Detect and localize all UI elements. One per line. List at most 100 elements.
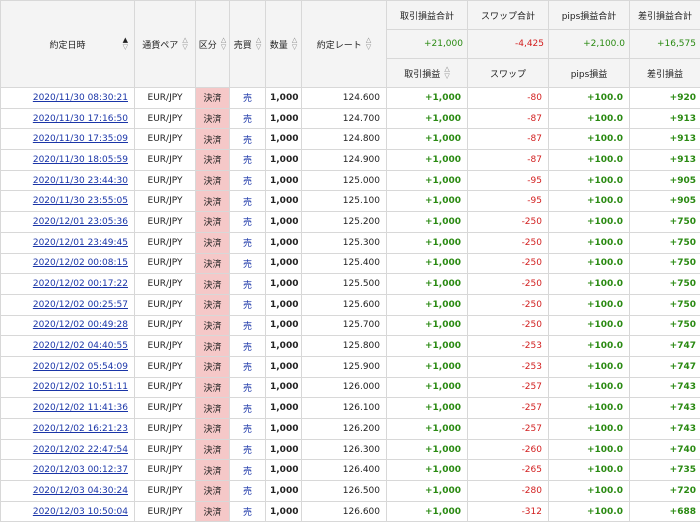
settlement-type-cell: 決済	[196, 460, 230, 481]
currency-pair-cell: EUR/JPY	[135, 108, 196, 129]
net-pl-cell: +743	[630, 419, 700, 440]
sort-toggle-icon[interactable]: △▽	[256, 37, 261, 51]
currency-pair-cell: EUR/JPY	[135, 501, 196, 522]
settlement-type-cell: 決済	[196, 336, 230, 357]
trade-date-link[interactable]: 2020/12/01 23:49:45	[1, 232, 135, 253]
pips-pl-cell: +100.0	[549, 460, 630, 481]
swap-cell: -265	[468, 460, 549, 481]
sort-toggle-icon[interactable]: △▽	[292, 37, 297, 51]
rate-cell: 125.400	[302, 253, 387, 274]
table-row: 2020/12/02 00:17:22EUR/JPY決済売1,000125.50…	[1, 274, 700, 295]
header-swap: スワップ	[468, 59, 549, 88]
net-pl-cell: +750	[630, 274, 700, 295]
trade-date-link[interactable]: 2020/12/02 04:40:55	[1, 336, 135, 357]
net-pl-cell: +750	[630, 212, 700, 233]
net-pl-cell: +913	[630, 150, 700, 171]
header-net: 差引損益	[630, 59, 700, 88]
trade-date-link[interactable]: 2020/11/30 17:16:50	[1, 108, 135, 129]
swap-cell: -95	[468, 170, 549, 191]
net-pl-cell: +750	[630, 315, 700, 336]
settlement-type-cell: 決済	[196, 150, 230, 171]
settlement-type-cell: 決済	[196, 294, 230, 315]
header-pl-total: 取引損益合計	[387, 1, 468, 30]
header-date[interactable]: 約定日時 ▲▽	[1, 1, 135, 88]
buy-sell-cell: 売	[230, 336, 266, 357]
trade-date-link[interactable]: 2020/12/03 04:30:24	[1, 481, 135, 502]
net-pl-cell: +740	[630, 439, 700, 460]
trade-date-link[interactable]: 2020/12/03 00:12:37	[1, 460, 135, 481]
trade-date-link[interactable]: 2020/12/02 00:17:22	[1, 274, 135, 295]
buy-sell-cell: 売	[230, 88, 266, 109]
settlement-type-cell: 決済	[196, 356, 230, 377]
trade-pl-cell: +1,000	[387, 419, 468, 440]
trade-date-link[interactable]: 2020/12/02 00:25:57	[1, 294, 135, 315]
table-row: 2020/11/30 23:55:05EUR/JPY決済売1,000125.10…	[1, 191, 700, 212]
trade-date-link[interactable]: 2020/12/01 23:05:36	[1, 212, 135, 233]
sort-toggle-icon[interactable]: ▲▽	[123, 37, 128, 51]
rate-cell: 124.600	[302, 88, 387, 109]
rate-cell: 126.400	[302, 460, 387, 481]
settlement-type-cell: 決済	[196, 419, 230, 440]
trade-pl-cell: +1,000	[387, 88, 468, 109]
trade-date-link[interactable]: 2020/12/02 10:51:11	[1, 377, 135, 398]
trade-date-link[interactable]: 2020/11/30 17:35:09	[1, 129, 135, 150]
swap-cell: -253	[468, 356, 549, 377]
trade-date-link[interactable]: 2020/12/02 22:47:54	[1, 439, 135, 460]
currency-pair-cell: EUR/JPY	[135, 439, 196, 460]
net-pl-cell: +688	[630, 501, 700, 522]
table-row: 2020/12/02 16:21:23EUR/JPY決済売1,000126.20…	[1, 419, 700, 440]
pips-pl-cell: +100.0	[549, 129, 630, 150]
header-pips-total: pips損益合計	[549, 1, 630, 30]
trade-date-link[interactable]: 2020/12/02 11:41:36	[1, 398, 135, 419]
trade-pl-cell: +1,000	[387, 336, 468, 357]
trade-date-link[interactable]: 2020/12/02 05:54:09	[1, 356, 135, 377]
trade-pl-cell: +1,000	[387, 150, 468, 171]
table-row: 2020/11/30 18:05:59EUR/JPY決済売1,000124.90…	[1, 150, 700, 171]
header-bai[interactable]: 売買 △▽	[230, 1, 266, 88]
currency-pair-cell: EUR/JPY	[135, 377, 196, 398]
header-pl[interactable]: 取引損益 △▽	[387, 59, 468, 88]
trade-date-link[interactable]: 2020/11/30 18:05:59	[1, 150, 135, 171]
buy-sell-cell: 売	[230, 253, 266, 274]
trade-date-link[interactable]: 2020/12/02 00:49:28	[1, 315, 135, 336]
header-rate[interactable]: 約定レート △▽	[302, 1, 387, 88]
header-qty[interactable]: 数量 △▽	[266, 1, 302, 88]
settlement-type-cell: 決済	[196, 232, 230, 253]
table-header: 約定日時 ▲▽ 通貨ペア △▽ 区分 △▽ 売買 △▽	[1, 1, 700, 88]
trade-pl-cell: +1,000	[387, 315, 468, 336]
trade-date-link[interactable]: 2020/11/30 08:30:21	[1, 88, 135, 109]
trade-pl-cell: +1,000	[387, 481, 468, 502]
trade-date-link[interactable]: 2020/11/30 23:44:30	[1, 170, 135, 191]
header-pair[interactable]: 通貨ペア △▽	[135, 1, 196, 88]
sort-toggle-icon[interactable]: △▽	[221, 37, 226, 51]
trade-date-link[interactable]: 2020/11/30 23:55:05	[1, 191, 135, 212]
sort-toggle-icon[interactable]: △▽	[444, 66, 449, 80]
trade-pl-cell: +1,000	[387, 212, 468, 233]
trade-pl-cell: +1,000	[387, 439, 468, 460]
net-pl-cell: +750	[630, 232, 700, 253]
buy-sell-cell: 売	[230, 315, 266, 336]
rate-cell: 125.600	[302, 294, 387, 315]
currency-pair-cell: EUR/JPY	[135, 419, 196, 440]
quantity-cell: 1,000	[266, 377, 302, 398]
trade-date-link[interactable]: 2020/12/02 00:08:15	[1, 253, 135, 274]
trade-date-link[interactable]: 2020/12/02 16:21:23	[1, 419, 135, 440]
currency-pair-cell: EUR/JPY	[135, 336, 196, 357]
swap-cell: -87	[468, 150, 549, 171]
header-date-label: 約定日時	[49, 38, 85, 51]
trade-date-link[interactable]: 2020/12/03 10:50:04	[1, 501, 135, 522]
table-row: 2020/11/30 08:30:21EUR/JPY決済売1,000124.60…	[1, 88, 700, 109]
rate-cell: 126.600	[302, 501, 387, 522]
rate-cell: 125.700	[302, 315, 387, 336]
sort-toggle-icon[interactable]: △▽	[366, 37, 371, 51]
swap-cell: -250	[468, 315, 549, 336]
header-kubun[interactable]: 区分 △▽	[196, 1, 230, 88]
quantity-cell: 1,000	[266, 212, 302, 233]
quantity-cell: 1,000	[266, 294, 302, 315]
table-row: 2020/12/02 10:51:11EUR/JPY決済売1,000126.00…	[1, 377, 700, 398]
swap-cell: -257	[468, 377, 549, 398]
pips-pl-cell: +100.0	[549, 274, 630, 295]
sort-toggle-icon[interactable]: △▽	[182, 37, 187, 51]
table-row: 2020/11/30 17:16:50EUR/JPY決済売1,000124.70…	[1, 108, 700, 129]
table-row: 2020/12/01 23:05:36EUR/JPY決済売1,000125.20…	[1, 212, 700, 233]
